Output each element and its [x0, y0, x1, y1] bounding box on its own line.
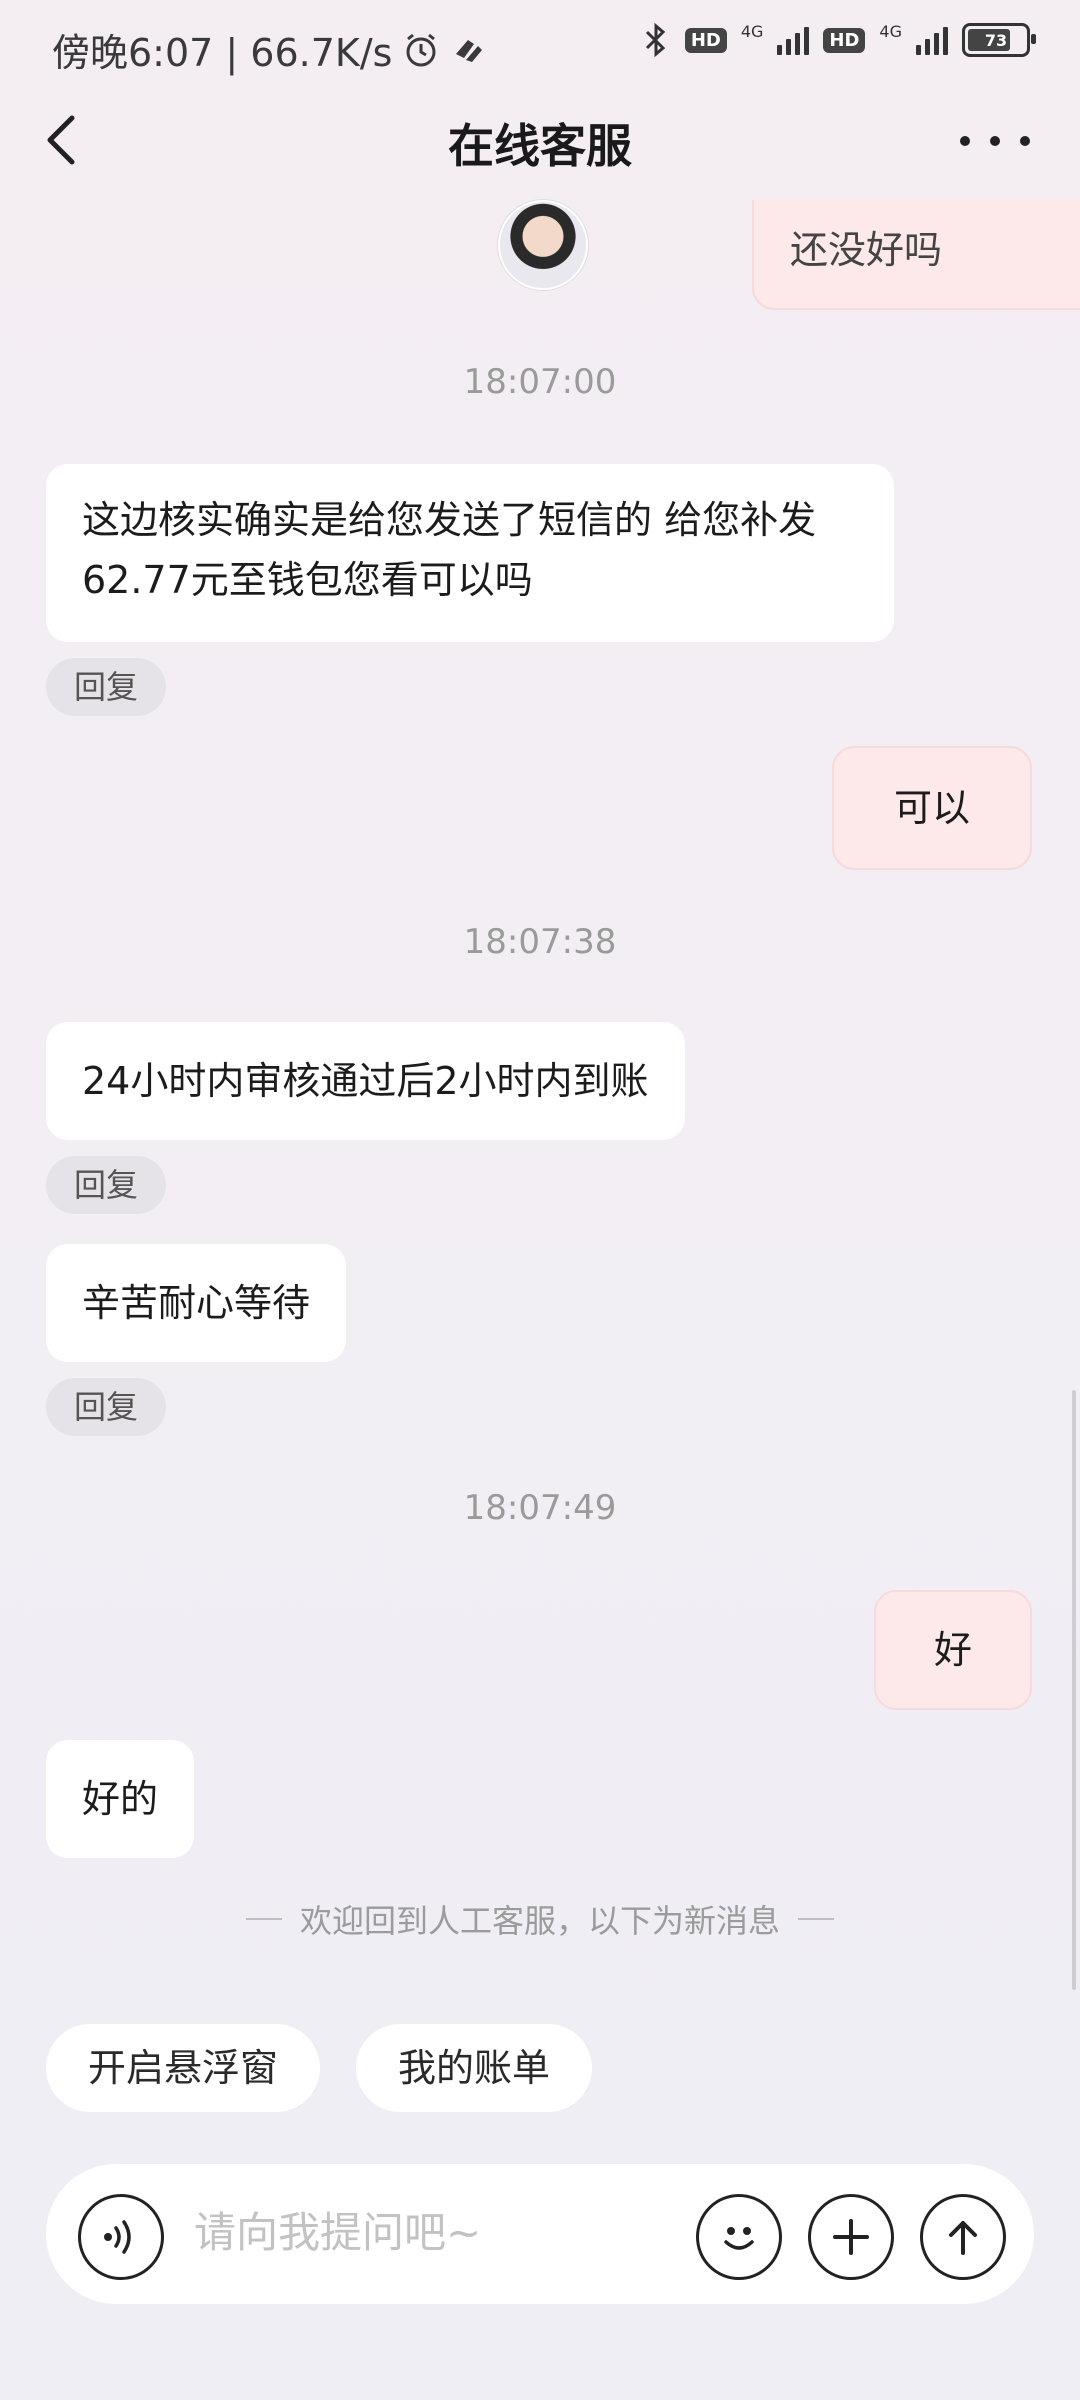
- emoji-button[interactable]: [696, 2194, 782, 2280]
- chat-input[interactable]: [192, 2196, 676, 2268]
- new-messages-notice: 欢迎回到人工客服，以下为新消息: [0, 1896, 1080, 1942]
- plus-icon: [833, 2219, 869, 2255]
- message-timestamp: 18:07:49: [463, 1488, 617, 1528]
- message-text: 好: [933, 1628, 972, 1672]
- page-title: 在线客服: [448, 119, 632, 173]
- more-dot-icon: [1020, 136, 1030, 146]
- bluetooth-icon: [645, 22, 666, 58]
- arrow-up-icon: [949, 2221, 977, 2255]
- message-text: 24小时内审核通过后2小时内到账: [82, 1059, 649, 1103]
- more-dot-icon: [960, 136, 970, 146]
- message-text: 好的: [82, 1777, 159, 1821]
- emoji-icon: [724, 2227, 754, 2250]
- message-timestamp: 18:07:00: [463, 362, 617, 402]
- message-text: 辛苦耐心等待: [82, 1281, 311, 1325]
- message-text: 还没好吗: [790, 228, 943, 272]
- user-message-bubble[interactable]: 好: [874, 1590, 1032, 1710]
- add-attachment-button[interactable]: [808, 2194, 894, 2280]
- divider-line: [245, 1918, 282, 1920]
- agent-message-bubble[interactable]: 这边核实确实是给您发送了短信的 给您补发62.77元至钱包您看可以吗: [46, 464, 894, 642]
- agent-avatar[interactable]: [498, 200, 588, 290]
- battery-icon: 73: [962, 23, 1036, 57]
- network-type-1: 4G: [740, 22, 764, 41]
- send-button[interactable]: [920, 2194, 1006, 2280]
- voice-input-button[interactable]: [78, 2194, 164, 2280]
- signal-icon-2: [916, 25, 948, 55]
- agent-message-bubble[interactable]: 好的: [46, 1740, 195, 1858]
- network-type-2: 4G: [879, 22, 902, 41]
- voice-icon: [104, 2220, 131, 2254]
- scrollbar[interactable]: [1072, 1390, 1076, 1990]
- quick-action-my-bills[interactable]: 我的账单: [356, 2024, 593, 2112]
- quick-action-floating-window[interactable]: 开启悬浮窗: [46, 2024, 321, 2112]
- notice-text: 欢迎回到人工客服，以下为新消息: [299, 1902, 780, 1940]
- hd-badge-2: HD: [823, 27, 866, 53]
- message-timestamp: 18:07:38: [463, 922, 617, 962]
- user-message-bubble[interactable]: 还没好吗: [752, 200, 1080, 310]
- data-saver-icon: [456, 39, 483, 62]
- reply-button[interactable]: 回复: [46, 658, 167, 716]
- more-options-button[interactable]: [960, 126, 1030, 156]
- status-left: 傍晚6:07 | 66.7K/s: [52, 22, 486, 77]
- status-bar: 傍晚6:07 | 66.7K/s HD 4G HD 4G 73: [0, 0, 1080, 96]
- divider-line: [798, 1918, 834, 1920]
- more-dot-icon: [990, 136, 1000, 146]
- signal-icon-1: [777, 25, 810, 55]
- status-time-speed: 傍晚6:07 | 66.7K/s: [52, 31, 393, 75]
- agent-message-bubble[interactable]: 24小时内审核通过后2小时内到账: [46, 1022, 685, 1140]
- user-message-bubble[interactable]: 可以: [832, 746, 1032, 870]
- reply-button[interactable]: 回复: [46, 1156, 167, 1214]
- message-text: 这边核实确实是给您发送了短信的 给您补发62.77元至钱包您看可以吗: [82, 498, 817, 602]
- alarm-icon: [406, 33, 436, 66]
- battery-level: 73: [984, 30, 1008, 50]
- hd-badge-1: HD: [684, 27, 727, 53]
- agent-message-bubble[interactable]: 辛苦耐心等待: [46, 1244, 347, 1362]
- message-text: 可以: [893, 786, 970, 830]
- reply-button[interactable]: 回复: [46, 1378, 167, 1436]
- status-right: HD 4G HD 4G 73: [641, 22, 1036, 58]
